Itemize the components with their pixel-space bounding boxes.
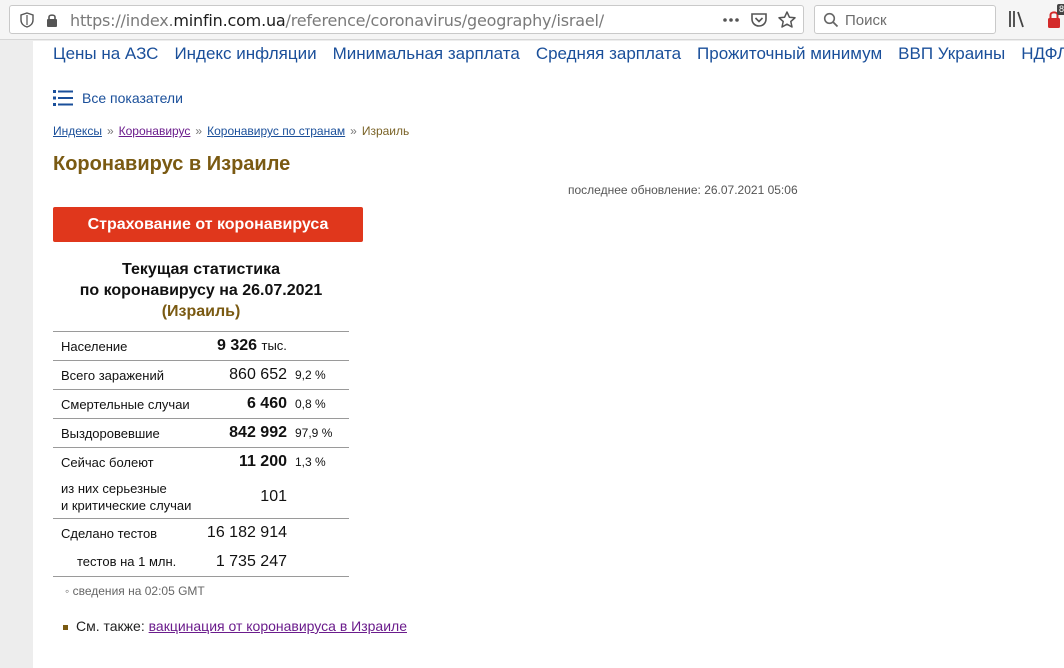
recovered-percent: 97,9 %: [287, 418, 349, 448]
infected-value: 860 652: [203, 360, 287, 390]
square-bullet-icon: [63, 624, 68, 630]
sick-percent: 1,3 %: [287, 447, 349, 477]
row-sick: Сейчас болеют 11 200 1,3 %: [53, 447, 349, 477]
vaccination-link[interactable]: вакцинация от коронавируса в Израиле: [149, 618, 407, 634]
nav-link-subsistence-minimum[interactable]: Прожиточный минимум: [697, 44, 882, 64]
tests-per-million-label: тестов на 1 млн.: [53, 547, 203, 577]
list-icon: [53, 90, 73, 106]
row-population: Население 9 326 тыс.: [53, 331, 349, 361]
all-indicators-link[interactable]: Все показатели: [53, 89, 183, 107]
sick-label: Сейчас болеют: [53, 447, 203, 477]
population-label: Население: [53, 331, 203, 361]
search-icon: [823, 12, 839, 28]
nav-link-minimum-wage[interactable]: Минимальная зарплата: [333, 44, 520, 64]
more-actions-icon[interactable]: [721, 10, 741, 30]
critical-percent-empty: [287, 477, 349, 519]
see-also: См. также: вакцинация от коронавируса в …: [63, 618, 407, 634]
nav-link-inflation[interactable]: Индекс инфляции: [174, 44, 316, 64]
breadcrumb-coronavirus[interactable]: Коронавирус: [119, 124, 191, 138]
tests-percent-empty: [287, 518, 349, 548]
source-note-text: сведения на 02:05 GMT: [72, 584, 205, 598]
critical-label-line2: и критические случаи: [61, 498, 192, 514]
tests-value: 16 182 914: [203, 518, 287, 548]
address-bar[interactable]: https://index.minfin.com.ua/reference/co…: [9, 5, 804, 34]
search-bar[interactable]: Поиск: [814, 5, 996, 34]
bookmark-star-icon[interactable]: [777, 10, 797, 30]
tests-per-million-value: 1 735 247: [203, 547, 287, 577]
tests-per-million-percent-empty: [287, 547, 349, 577]
stats-title: Текущая статистика по коронавирусу на 26…: [53, 259, 349, 322]
critical-label-line1: из них серьезные: [61, 481, 167, 497]
breadcrumb-separator: »: [106, 124, 114, 138]
lock-icon[interactable]: [43, 11, 61, 29]
last-updated: последнее обновление: 26.07.2021 05:06: [568, 183, 798, 197]
extension-button[interactable]: 8: [1044, 4, 1064, 30]
population-cell: 9 326 тыс.: [203, 331, 349, 361]
row-tests: Сделано тестов 16 182 914: [53, 518, 349, 548]
url-text[interactable]: https://index.minfin.com.ua/reference/co…: [70, 11, 604, 30]
shield-icon[interactable]: [18, 11, 36, 29]
top-navigation: Цены на АЗС Индекс инфляции Минимальная …: [53, 44, 1064, 64]
search-input[interactable]: Поиск: [845, 12, 887, 29]
breadcrumb-indexes[interactable]: Индексы: [53, 124, 102, 138]
source-note: ◦ сведения на 02:05 GMT: [65, 584, 205, 598]
breadcrumb-coronavirus-by-country[interactable]: Коронавирус по странам: [207, 124, 345, 138]
browser-toolbar: https://index.minfin.com.ua/reference/co…: [0, 0, 1064, 40]
all-indicators-label[interactable]: Все показатели: [82, 90, 183, 106]
population-unit: тыс.: [261, 338, 287, 353]
stats-table: Население 9 326 тыс. Всего заражений 860…: [53, 331, 349, 577]
row-recovered: Выздоровевшие 842 992 97,9 %: [53, 418, 349, 448]
page-content: Цены на АЗС Индекс инфляции Минимальная …: [33, 41, 1064, 668]
stats-title-line2: по коронавирусу на 26.07.2021: [79, 282, 323, 299]
deaths-label: Смертельные случаи: [53, 389, 203, 419]
nav-link-gdp[interactable]: ВВП Украины: [898, 44, 1005, 64]
row-critical: из них серьезные и критические случаи 10…: [53, 477, 349, 519]
recovered-value: 842 992: [203, 418, 287, 448]
nav-link-ndfl[interactable]: НДФЛ: [1021, 44, 1064, 64]
recovered-label: Выздоровевшие: [53, 418, 203, 448]
insurance-button[interactable]: Страхование от коронавируса: [53, 207, 363, 242]
infected-percent: 9,2 %: [287, 360, 349, 390]
extension-badge: 8: [1057, 4, 1064, 15]
deaths-value: 6 460: [203, 389, 287, 419]
breadcrumb-current: Израиль: [361, 124, 410, 138]
stats-title-line1: Текущая статистика: [122, 261, 280, 278]
tests-label: Сделано тестов: [53, 518, 203, 548]
nav-link-fuel-prices[interactable]: Цены на АЗС: [53, 44, 158, 64]
infected-label: Всего заражений: [53, 360, 203, 390]
circle-bullet-icon: ◦: [65, 584, 70, 598]
critical-label: из них серьезные и критические случаи: [53, 477, 203, 519]
breadcrumb: Индексы » Коронавирус » Коронавирус по стран…: [53, 124, 409, 138]
population-value: 9 326: [217, 337, 258, 354]
stats-country: (Израиль): [161, 303, 241, 320]
row-infected: Всего заражений 860 652 9,2 %: [53, 360, 349, 390]
nav-link-average-wage[interactable]: Средняя зарплата: [536, 44, 681, 64]
critical-value: 101: [260, 488, 287, 506]
see-also-prefix: См. также:: [76, 618, 145, 634]
breadcrumb-separator: »: [350, 124, 357, 138]
library-icon[interactable]: [1006, 8, 1028, 30]
breadcrumb-separator: »: [195, 124, 203, 138]
row-tests-per-million: тестов на 1 млн. 1 735 247: [53, 547, 349, 577]
deaths-percent: 0,8 %: [287, 389, 349, 419]
sick-value: 11 200: [203, 447, 287, 477]
row-deaths: Смертельные случаи 6 460 0,8 %: [53, 389, 349, 419]
page-title: Коронавирус в Израиле: [53, 153, 291, 175]
pocket-icon[interactable]: [749, 10, 769, 30]
